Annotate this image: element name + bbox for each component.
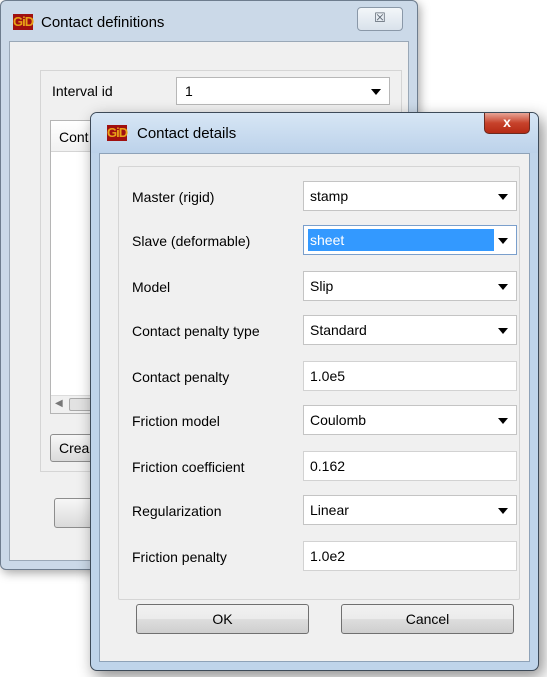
gid-logo-icon: GiD (107, 125, 128, 141)
regularization-select[interactable]: Linear (303, 495, 517, 525)
interval-id-value: 1 (185, 83, 193, 99)
regularization-label: Regularization (132, 503, 222, 519)
model-label: Model (132, 279, 171, 295)
penalty-type-select[interactable]: Standard (303, 315, 517, 345)
list-header-label: Cont (59, 129, 89, 145)
chevron-down-icon (498, 508, 508, 514)
penalty-type-label: Contact penalty type (132, 323, 260, 339)
master-value: stamp (310, 188, 349, 204)
ok-button[interactable]: OK (136, 604, 309, 634)
friction-coefficient-label: Friction coefficient (132, 459, 245, 475)
chevron-down-icon (498, 284, 508, 290)
chevron-down-icon (498, 328, 508, 334)
friction-model-select[interactable]: Coulomb (303, 405, 517, 435)
close-icon[interactable]: x (484, 113, 530, 134)
contact-penalty-value: 1.0e5 (310, 368, 346, 384)
slave-value: sheet (310, 232, 345, 248)
friction-penalty-label: Friction penalty (132, 549, 227, 565)
penalty-type-value: Standard (310, 322, 367, 338)
chevron-down-icon (498, 194, 508, 200)
master-label: Master (rigid) (132, 189, 215, 205)
friction-penalty-input[interactable]: 1.0e2 (303, 541, 517, 571)
selection-highlight: sheet (308, 229, 494, 251)
contact-penalty-input[interactable]: 1.0e5 (303, 361, 517, 391)
master-select[interactable]: stamp (303, 181, 517, 211)
chevron-down-icon (498, 418, 508, 424)
model-select[interactable]: Slip (303, 271, 517, 301)
scroll-left-icon[interactable]: ◀ (55, 398, 63, 409)
interval-id-select[interactable]: 1 (176, 77, 390, 105)
model-value: Slip (310, 278, 334, 294)
friction-penalty-value: 1.0e2 (310, 548, 346, 564)
contact-details-titlebar: GiD Contact details x (91, 113, 538, 153)
friction-model-label: Friction model (132, 413, 220, 429)
interval-id-label: Interval id (52, 83, 113, 99)
window-title: Contact definitions (41, 14, 165, 31)
regularization-value: Linear (310, 502, 349, 518)
chevron-down-icon (371, 89, 381, 95)
contact-penalty-label: Contact penalty (132, 369, 230, 385)
friction-coefficient-input[interactable]: 0.162 (303, 451, 517, 481)
gid-logo-icon: GiD (13, 14, 34, 30)
cancel-button[interactable]: Cancel (341, 604, 514, 634)
dialog-title: Contact details (137, 125, 237, 142)
chevron-down-icon (498, 238, 508, 244)
create-button-label: Crea (59, 440, 90, 456)
close-icon[interactable]: ☒ (357, 7, 403, 31)
slave-label: Slave (deformable) (132, 233, 251, 249)
contact-definitions-titlebar: GiD Contact definitions ☒ (1, 1, 417, 41)
friction-coefficient-value: 0.162 (310, 458, 346, 474)
slave-select[interactable]: sheet (303, 225, 517, 255)
friction-model-value: Coulomb (310, 412, 367, 428)
